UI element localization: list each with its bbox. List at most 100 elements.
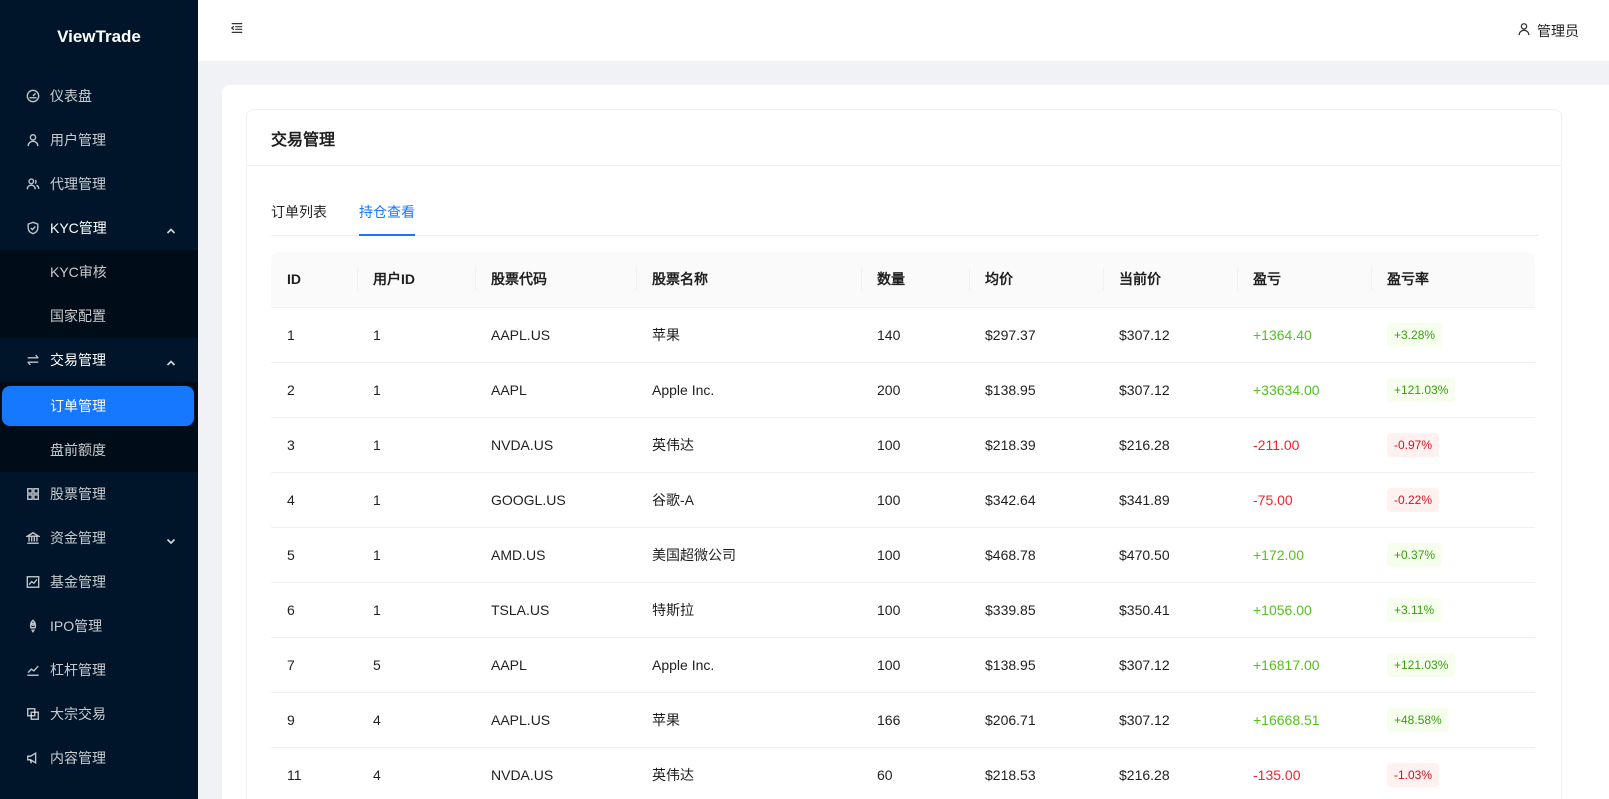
sidebar-item-premarket-quota[interactable]: 盘前额度	[0, 428, 198, 472]
column-divider	[1371, 268, 1372, 291]
table-row[interactable]: 3 1 NVDA.US 英伟达 100 $218.39 $216.28 -211.00 -0.9…	[271, 417, 1535, 473]
cell-stock-name: 苹果	[636, 692, 861, 748]
cell-user-id: 1	[357, 307, 475, 363]
trade-card: 交易管理 订单列表 持仓查看 ID 用户ID 股票代码 股票名称 数量 均价 当…	[246, 109, 1562, 799]
agent-icon	[26, 177, 40, 191]
column-header[interactable]: 股票名称	[636, 252, 861, 308]
user-menu[interactable]: 管理员	[1517, 21, 1579, 41]
table-row[interactable]: 9 4 AAPL.US 苹果 166 $206.71 $307.12 +16668.51 +48…	[271, 692, 1535, 748]
cell-quantity: 100	[861, 527, 969, 583]
shield-check-icon	[26, 221, 40, 235]
main-content: 交易管理 订单列表 持仓查看 ID 用户ID 股票代码 股票名称 数量 均价 当…	[222, 85, 1609, 799]
cell-pnl-rate: +3.28%	[1371, 307, 1535, 363]
sidebar-item-content[interactable]: 内容管理	[0, 736, 198, 780]
tab-order-list[interactable]: 订单列表	[271, 200, 327, 236]
table-row[interactable]: 2 1 AAPL Apple Inc. 200 $138.95 $307.12 +33634.…	[271, 362, 1535, 418]
pnl-rate-tag: +121.03%	[1387, 652, 1456, 677]
menu-fold-icon[interactable]	[230, 21, 244, 40]
cell-pnl: -211.00	[1237, 417, 1371, 473]
cell-stock-name: 美国超微公司	[636, 527, 861, 583]
cell-current-price: $307.12	[1103, 362, 1237, 418]
cell-avg-price: $468.78	[969, 527, 1103, 583]
cell-stock-code: NVDA.US	[475, 747, 636, 799]
sidebar-item-label: 交易管理	[50, 352, 106, 368]
column-header[interactable]: 用户ID	[357, 252, 475, 308]
column-header[interactable]: 均价	[969, 252, 1103, 308]
cell-stock-name: 英伟达	[636, 747, 861, 799]
sidebar-item-trading[interactable]: 交易管理	[0, 338, 198, 382]
table-row[interactable]: 5 1 AMD.US 美国超微公司 100 $468.78 $470.50 +172.00 +0…	[271, 527, 1535, 583]
cell-pnl-rate: -0.97%	[1371, 417, 1535, 473]
pnl-rate-tag: +3.11%	[1387, 597, 1442, 622]
chevron-up-icon	[166, 355, 176, 366]
sidebar-item-stocks[interactable]: 股票管理	[0, 472, 198, 516]
rocket-icon	[26, 619, 40, 633]
sidebar-item-label: 内容管理	[50, 750, 106, 766]
cell-pnl-rate: -1.03%	[1371, 747, 1535, 799]
cell-stock-code: AAPL.US	[475, 692, 636, 748]
fund-chart-icon	[26, 575, 40, 589]
column-divider	[969, 268, 970, 291]
pnl-rate-tag: +3.28%	[1387, 322, 1443, 347]
cell-user-id: 1	[357, 527, 475, 583]
block-icon	[26, 707, 40, 721]
column-header[interactable]: 当前价	[1103, 252, 1237, 308]
column-header[interactable]: 盈亏	[1237, 252, 1371, 308]
sidebar-item-kyc[interactable]: KYC管理	[0, 206, 198, 250]
sidebar-item-fund[interactable]: 基金管理	[0, 560, 198, 604]
tab-positions[interactable]: 持仓查看	[359, 200, 415, 236]
cell-current-price: $216.28	[1103, 417, 1237, 473]
sidebar-item-ipo[interactable]: IPO管理	[0, 604, 198, 648]
table-row[interactable]: 1 1 AAPL.US 苹果 140 $297.37 $307.12 +1364.40 +3.2…	[271, 307, 1535, 363]
cell-stock-code: AAPL.US	[475, 307, 636, 363]
column-header[interactable]: 数量	[861, 252, 969, 308]
sidebar-item-leverage[interactable]: 杠杆管理	[0, 648, 198, 692]
table-row[interactable]: 7 5 AAPL Apple Inc. 100 $138.95 $307.12 +16817.…	[271, 637, 1535, 693]
column-header[interactable]: ID	[271, 252, 357, 308]
table-row[interactable]: 6 1 TSLA.US 特斯拉 100 $339.85 $350.41 +1056.00 +3.…	[271, 582, 1535, 638]
cell-stock-code: TSLA.US	[475, 582, 636, 638]
table-row[interactable]: 4 1 GOOGL.US 谷歌-A 100 $342.64 $341.89 -75.00 -0.…	[271, 472, 1535, 528]
sidebar-item-order-management[interactable]: 订单管理	[2, 386, 194, 426]
sidebar-item-label: 大宗交易	[50, 706, 106, 722]
line-chart-icon	[26, 663, 40, 677]
cell-stock-code: AAPL	[475, 637, 636, 693]
column-header-label: ID	[287, 271, 301, 288]
kyc-submenu: KYC审核 国家配置	[0, 250, 198, 338]
cell-avg-price: $342.64	[969, 472, 1103, 528]
sidebar-item-label: 用户管理	[50, 132, 106, 148]
cell-current-price: $307.12	[1103, 637, 1237, 693]
sidebar-item-agents[interactable]: 代理管理	[0, 162, 198, 206]
cell-pnl-rate: -0.22%	[1371, 472, 1535, 528]
column-header-label: 盈亏率	[1387, 271, 1429, 288]
cell-pnl: +1364.40	[1237, 307, 1371, 363]
cell-quantity: 166	[861, 692, 969, 748]
table-row[interactable]: 11 4 NVDA.US 英伟达 60 $218.53 $216.28 -135.00 -1.0…	[271, 747, 1535, 799]
pnl-rate-tag: -0.97%	[1387, 432, 1440, 457]
cell-user-id: 4	[357, 747, 475, 799]
cell-current-price: $470.50	[1103, 527, 1237, 583]
column-divider	[861, 268, 862, 291]
pnl-rate-tag: -1.03%	[1387, 762, 1440, 787]
sidebar-item-block-trade[interactable]: 大宗交易	[0, 692, 198, 736]
sidebar-item-country-config[interactable]: 国家配置	[0, 294, 198, 338]
column-divider	[1237, 268, 1238, 291]
table-header-row: ID 用户ID 股票代码 股票名称 数量 均价 当前价 盈亏 盈亏率	[271, 252, 1535, 308]
bank-icon	[26, 531, 40, 545]
sidebar-item-dashboard[interactable]: 仪表盘	[0, 74, 198, 118]
column-header[interactable]: 盈亏率	[1371, 252, 1535, 308]
sidebar-item-kyc-review[interactable]: KYC审核	[0, 250, 198, 294]
cell-id: 7	[271, 637, 357, 693]
cell-pnl: +33634.00	[1237, 362, 1371, 418]
sidebar-item-funds-management[interactable]: 资金管理	[0, 516, 198, 560]
cell-avg-price: $206.71	[969, 692, 1103, 748]
top-header: 管理员	[198, 0, 1609, 61]
cell-user-id: 1	[357, 472, 475, 528]
cell-quantity: 100	[861, 417, 969, 473]
table-body: 1 1 AAPL.US 苹果 140 $297.37 $307.12 +1364.40 +3.2…	[271, 307, 1535, 799]
cell-pnl-rate: +121.03%	[1371, 362, 1535, 418]
notification-icon	[26, 751, 40, 765]
cell-avg-price: $138.95	[969, 362, 1103, 418]
sidebar-item-users[interactable]: 用户管理	[0, 118, 198, 162]
column-header[interactable]: 股票代码	[475, 252, 636, 308]
